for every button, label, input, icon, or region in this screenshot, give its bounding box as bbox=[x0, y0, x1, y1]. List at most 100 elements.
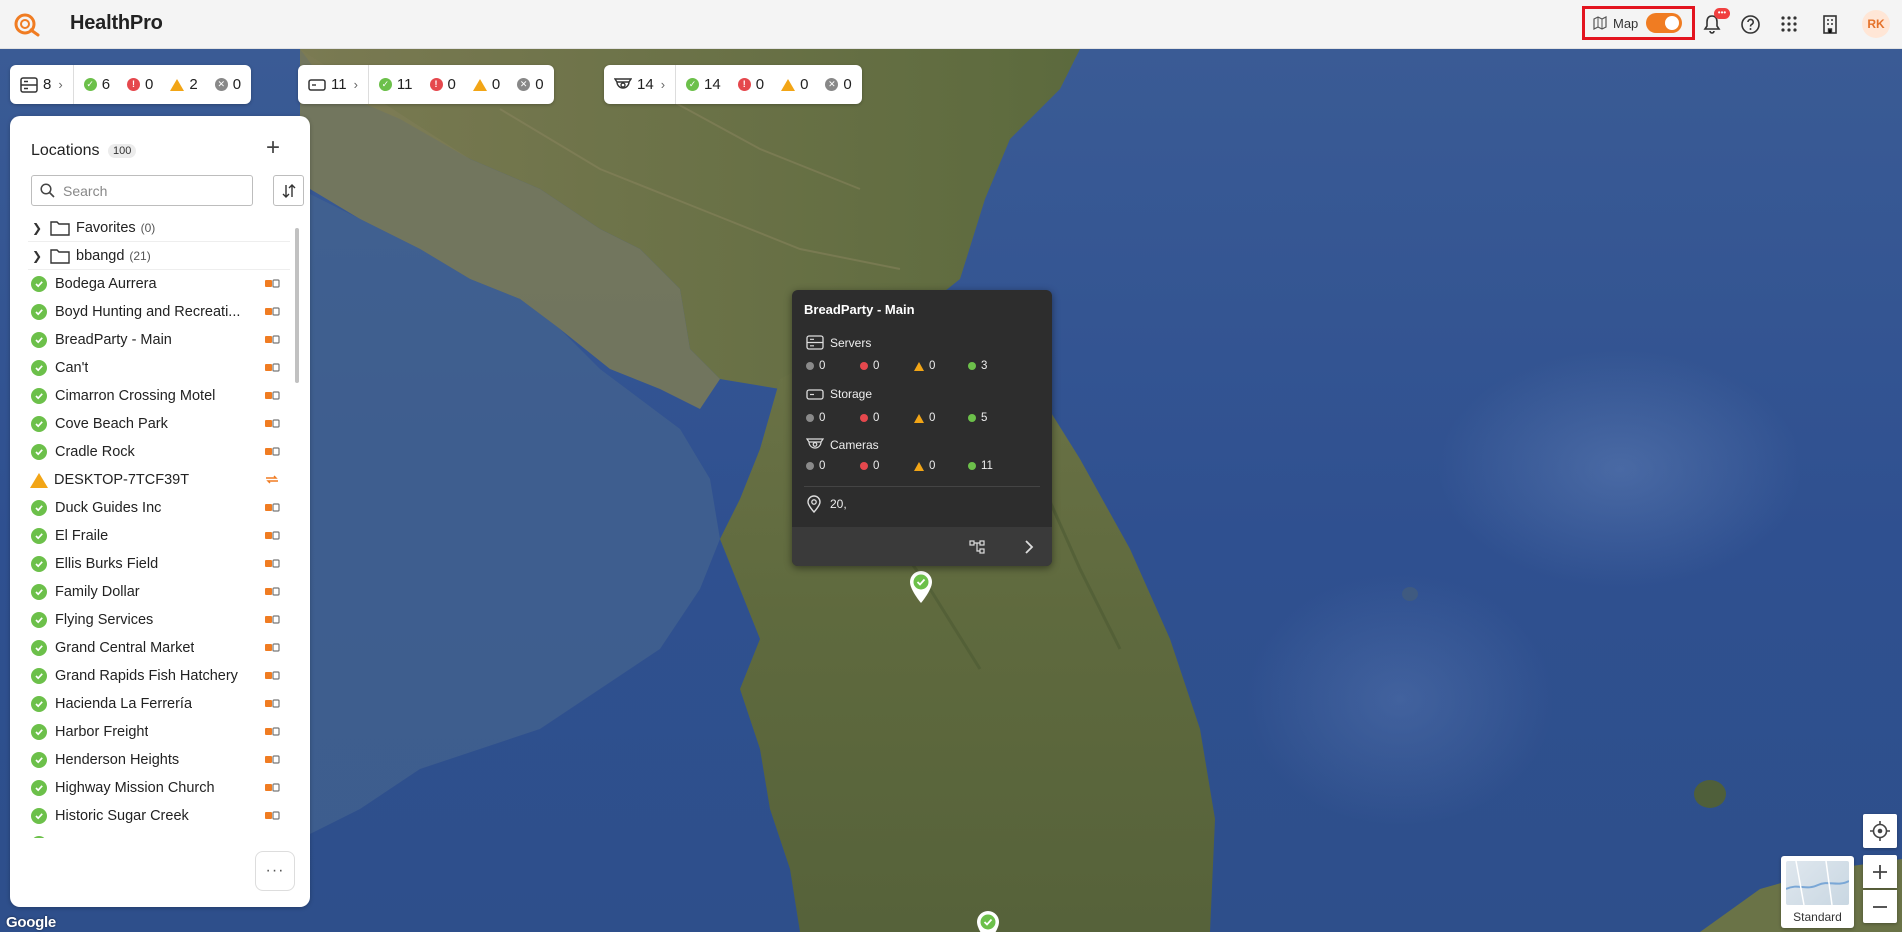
connection-icon bbox=[265, 419, 280, 428]
cameras-total-count: 14 bbox=[637, 76, 654, 93]
app-title: HealthPro bbox=[70, 12, 163, 34]
offline-icon: ✕ bbox=[825, 78, 839, 91]
location-search[interactable] bbox=[31, 175, 253, 206]
check-circle-icon bbox=[31, 640, 47, 656]
topology-icon[interactable] bbox=[968, 538, 986, 556]
folder-favorites[interactable]: ❯ Favorites (0) bbox=[28, 214, 290, 242]
connection-icon bbox=[265, 783, 280, 792]
location-item[interactable]: Cimarron Crossing Motel bbox=[28, 382, 290, 410]
connection-icon bbox=[265, 699, 280, 708]
location-item[interactable]: Family Dollar bbox=[28, 578, 290, 606]
map-pin-location[interactable] bbox=[975, 910, 1001, 932]
user-avatar[interactable]: RK bbox=[1862, 10, 1890, 38]
location-name: Ellis Burks Field bbox=[55, 556, 159, 572]
storage-status-group[interactable]: ✓ 11 ! 0 0 ✕ 0 bbox=[369, 65, 554, 104]
zoom-out-button[interactable] bbox=[1863, 890, 1897, 923]
locations-panel: Locations 100 + ❯ Favorites (0) ❯ bbangd bbox=[10, 116, 310, 907]
map-view-toggle[interactable]: Map bbox=[1582, 6, 1695, 40]
popup-divider bbox=[804, 486, 1040, 487]
more-options-button[interactable]: ··· bbox=[255, 851, 295, 891]
storage-error-count: 0 bbox=[447, 76, 456, 93]
location-name: Flying Services bbox=[55, 612, 154, 628]
location-item[interactable]: Boyd Hunting and Recreati... bbox=[28, 298, 290, 326]
chevron-right-icon[interactable]: ❯ bbox=[32, 221, 46, 235]
warning-count: 0 bbox=[929, 412, 936, 424]
location-item[interactable]: Can't bbox=[28, 354, 290, 382]
crosshair-icon bbox=[1870, 821, 1890, 841]
connection-icon bbox=[265, 671, 280, 680]
location-name: Hacienda La Ferrería bbox=[55, 696, 193, 712]
list-scrollbar[interactable] bbox=[295, 216, 300, 836]
location-item[interactable]: Ellis Burks Field bbox=[28, 550, 290, 578]
servers-ok: ✓ 6 bbox=[83, 76, 110, 93]
servers-status-group[interactable]: ✓ 6 ! 0 2 ✕ 0 bbox=[74, 65, 251, 104]
map-toggle-switch[interactable] bbox=[1646, 13, 1683, 33]
location-item[interactable]: Highway Mission Church bbox=[28, 774, 290, 802]
servers-total[interactable]: 8 › bbox=[10, 65, 74, 104]
add-location-button[interactable]: + bbox=[262, 136, 284, 160]
check-circle-icon bbox=[31, 332, 47, 348]
ok-count: 5 bbox=[981, 412, 988, 424]
map-pin-breadparty[interactable] bbox=[908, 570, 934, 604]
chevron-right-icon[interactable]: ❯ bbox=[32, 249, 46, 263]
location-name: Cradle Rock bbox=[55, 444, 135, 460]
location-name: Grand Rapids Fish Hatchery bbox=[55, 668, 238, 684]
map-layer-switcher[interactable]: Standard bbox=[1781, 856, 1854, 928]
search-icon bbox=[40, 183, 55, 198]
location-item[interactable]: El Fraile bbox=[28, 522, 290, 550]
folder-bbangd[interactable]: ❯ bbangd (21) bbox=[28, 242, 290, 270]
popup-address: 20, bbox=[806, 495, 847, 513]
connection-icon bbox=[265, 279, 280, 288]
my-location-button[interactable] bbox=[1863, 814, 1897, 848]
offline-icon: ✕ bbox=[517, 78, 531, 91]
sort-button[interactable] bbox=[273, 175, 304, 206]
apps-button[interactable] bbox=[1775, 10, 1803, 38]
location-item[interactable]: Cove Beach Park bbox=[28, 410, 290, 438]
cameras-status-group[interactable]: ✓ 14 ! 0 0 ✕ 0 bbox=[676, 65, 862, 104]
location-item[interactable]: BreadParty - Main bbox=[28, 326, 290, 354]
layer-thumbnail bbox=[1786, 861, 1849, 905]
check-circle-icon bbox=[31, 752, 47, 768]
location-item[interactable]: Grand Central Market bbox=[28, 634, 290, 662]
check-circle-icon bbox=[31, 808, 47, 824]
location-item[interactable]: DESKTOP-7TCF39T bbox=[28, 466, 290, 494]
storage-error: ! 0 bbox=[429, 76, 456, 93]
connection-icon bbox=[265, 447, 280, 456]
location-item[interactable]: Henderson Heights bbox=[28, 746, 290, 774]
scrollbar-thumb[interactable] bbox=[295, 228, 299, 383]
connection-icon bbox=[265, 727, 280, 736]
offline-icon: ✕ bbox=[214, 78, 228, 91]
help-button[interactable] bbox=[1736, 10, 1764, 38]
location-item[interactable]: Duck Guides Inc bbox=[28, 494, 290, 522]
connection-icon bbox=[265, 615, 280, 624]
search-input[interactable] bbox=[63, 182, 233, 199]
popup-servers-label: Servers bbox=[830, 335, 872, 350]
location-item[interactable]: Historic Sugar Creek bbox=[28, 802, 290, 830]
servers-error: ! 0 bbox=[127, 76, 153, 93]
warning-icon bbox=[914, 461, 924, 471]
organization-button[interactable] bbox=[1816, 10, 1844, 38]
warning-icon bbox=[30, 472, 48, 488]
warning-icon bbox=[914, 413, 924, 423]
cameras-total[interactable]: 14 › bbox=[604, 65, 677, 104]
popup-storage-stats: 0 0 0 5 bbox=[806, 412, 1022, 424]
location-item[interactable]: Grand Rapids Fish Hatchery bbox=[28, 662, 290, 690]
grid-icon bbox=[1781, 16, 1797, 32]
locations-title: Locations bbox=[31, 142, 100, 159]
storage-total[interactable]: 11 › bbox=[298, 65, 369, 104]
folder-count: (21) bbox=[129, 248, 151, 263]
popup-storage-label: Storage bbox=[830, 387, 873, 401]
notifications-button[interactable]: ••• bbox=[1698, 8, 1730, 38]
location-item[interactable]: Bodega Aurrera bbox=[28, 270, 290, 298]
standard-map-thumbnail-icon bbox=[1786, 861, 1849, 905]
building-icon bbox=[1823, 15, 1837, 34]
location-item[interactable]: Harbor Freight bbox=[28, 718, 290, 746]
popup-cameras-header: Cameras bbox=[806, 437, 879, 452]
location-item[interactable]: Cradle Rock bbox=[28, 438, 290, 466]
location-item[interactable]: Flying Services bbox=[28, 606, 290, 634]
notification-badge: ••• bbox=[1714, 8, 1730, 19]
chevron-right-icon[interactable] bbox=[1020, 538, 1038, 556]
location-item[interactable]: Hacienda La Ferrería bbox=[28, 690, 290, 718]
zoom-in-button[interactable] bbox=[1863, 855, 1897, 888]
location-item[interactable]: IN03 bbox=[28, 830, 290, 838]
